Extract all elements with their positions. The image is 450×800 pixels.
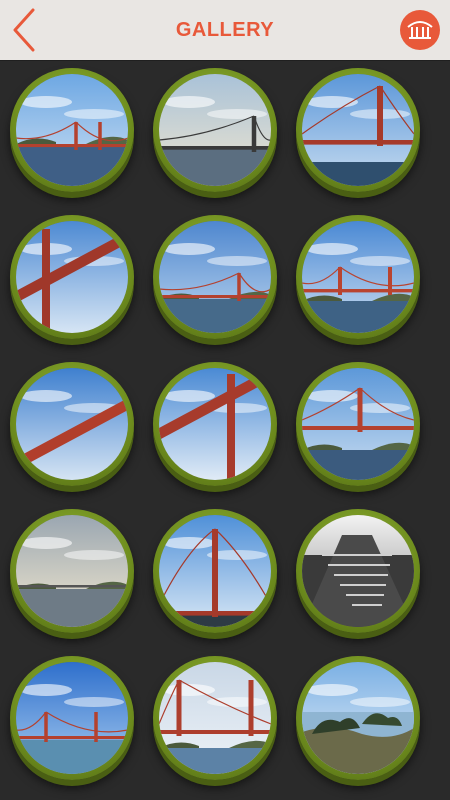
- gallery-photo: [159, 368, 271, 480]
- gallery-photo: [16, 368, 128, 480]
- gallery-photo: [16, 221, 128, 333]
- gallery-thumbnail[interactable]: [296, 215, 420, 339]
- gallery-thumbnail[interactable]: [296, 362, 420, 486]
- gallery-photo: [16, 662, 128, 774]
- gallery-thumbnail[interactable]: [296, 656, 420, 780]
- app-header: GALLERY: [0, 0, 450, 60]
- gallery-photo: [302, 221, 414, 333]
- page-title: GALLERY: [175, 19, 275, 41]
- bridge-logo-icon: [407, 21, 433, 39]
- gallery-thumbnail[interactable]: [10, 362, 134, 486]
- gallery-thumbnail[interactable]: [296, 68, 420, 192]
- gallery-thumbnail[interactable]: [10, 509, 134, 633]
- gallery-thumbnail[interactable]: [153, 656, 277, 780]
- gallery-thumbnail[interactable]: [10, 68, 134, 192]
- gallery-photo: [16, 74, 128, 186]
- gallery-thumbnail[interactable]: [296, 509, 420, 633]
- gallery-grid: [0, 60, 450, 800]
- bridge-logo-button[interactable]: [400, 10, 440, 50]
- gallery-photo: [159, 662, 271, 774]
- gallery-photo: [302, 515, 414, 627]
- gallery-photo: [16, 515, 128, 627]
- gallery-photo: [159, 74, 271, 186]
- gallery-thumbnail[interactable]: [153, 362, 277, 486]
- gallery-photo: [302, 368, 414, 480]
- gallery-thumbnail[interactable]: [153, 68, 277, 192]
- gallery-thumbnail[interactable]: [10, 215, 134, 339]
- gallery-photo: [159, 221, 271, 333]
- gallery-thumbnail[interactable]: [10, 656, 134, 780]
- gallery-thumbnail[interactable]: [153, 215, 277, 339]
- gallery-thumbnail[interactable]: [153, 509, 277, 633]
- gallery-photo: [302, 662, 414, 774]
- gallery-photo: [302, 74, 414, 186]
- gallery-photo: [159, 515, 271, 627]
